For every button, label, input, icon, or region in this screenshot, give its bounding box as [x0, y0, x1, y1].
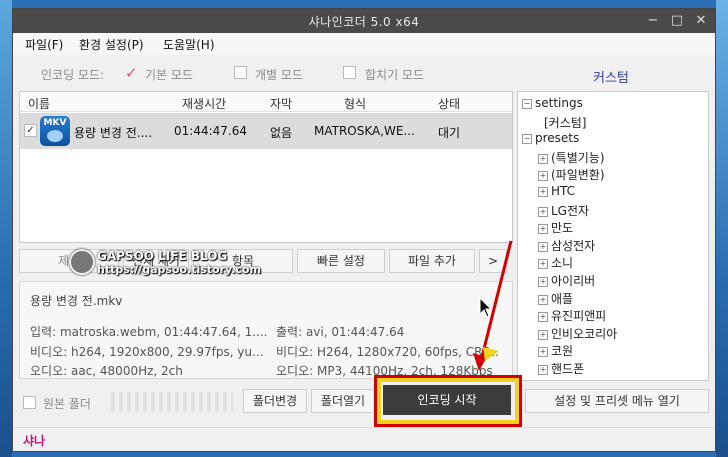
arrow-spark-icon: [483, 347, 499, 361]
encoder-window: 샤나인코더 5.0 x64 − □ ✕ 파일(F) 환경 설정(P) 도움말(H…: [12, 8, 716, 452]
desktop-left-edge: [0, 0, 12, 457]
annotation-arrow: [473, 240, 513, 371]
mouse-cursor-icon: [479, 297, 493, 318]
desktop-right-edge: [716, 0, 728, 457]
